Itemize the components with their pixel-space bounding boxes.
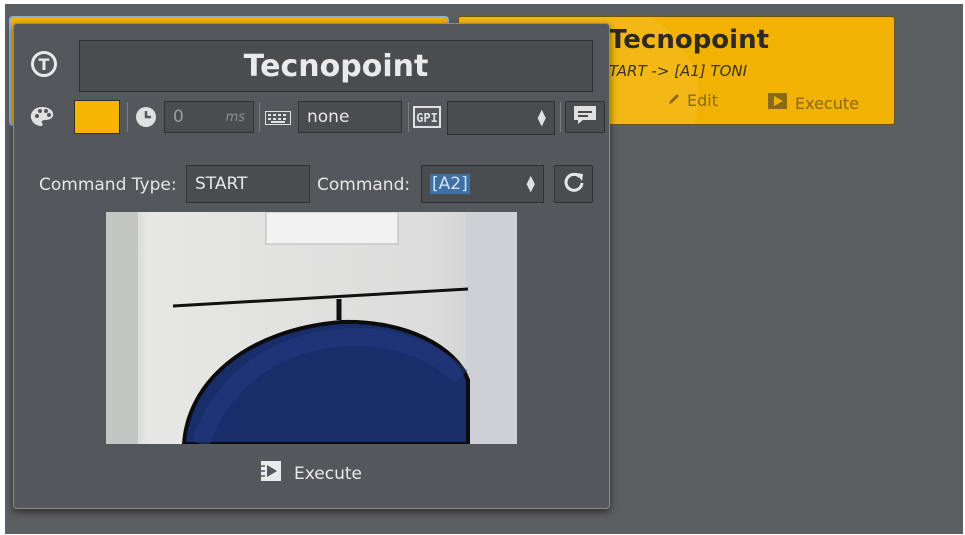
- comment-button[interactable]: [565, 101, 605, 133]
- macro-name-field[interactable]: Tecnopoint: [79, 40, 593, 92]
- color-picker[interactable]: [74, 100, 120, 134]
- execute-label: Execute: [294, 463, 362, 484]
- keyboard-shortcut-value: none: [307, 107, 350, 127]
- execute-label-card: Execute: [795, 93, 859, 113]
- macro-card-title: Tecnopoint: [609, 25, 770, 55]
- tecnopoint-logo-icon: T: [31, 51, 57, 77]
- macro-card-subtitle: TART -> [A1] TONI: [609, 62, 748, 80]
- keyboard-icon: [265, 110, 291, 129]
- separator: [259, 102, 260, 132]
- separator: [560, 102, 561, 132]
- execute-icon: [767, 91, 789, 115]
- delay-input[interactable]: 0 ms: [164, 101, 254, 133]
- separator: [408, 102, 409, 132]
- comment-icon: [573, 105, 597, 129]
- command-selected-value: [A2]: [430, 174, 470, 194]
- delay-unit: ms: [225, 109, 245, 125]
- select-arrows-icon: ▲ ▼: [537, 107, 546, 128]
- command-type-value: START: [195, 174, 248, 194]
- refresh-icon: [563, 171, 585, 197]
- gpi-select[interactable]: ▲ ▼: [447, 101, 555, 135]
- macro-edit-dialog: T Tecnopoint 0 ms none GPI ▲ ▼ Command T…: [13, 23, 610, 509]
- delay-value: 0: [173, 107, 184, 127]
- edit-button[interactable]: Edit: [667, 91, 718, 110]
- separator: [127, 102, 128, 132]
- clock-icon: [135, 106, 157, 132]
- keyboard-shortcut-input[interactable]: none: [298, 101, 402, 133]
- execute-button[interactable]: Execute: [260, 460, 362, 487]
- edit-label: Edit: [687, 91, 718, 110]
- properties-toolbar: 0 ms none GPI ▲ ▼: [27, 100, 605, 136]
- palette-icon: [29, 105, 55, 133]
- command-type-label: Command Type:: [39, 175, 177, 195]
- select-arrows-icon: ▲ ▼: [526, 173, 535, 194]
- command-select[interactable]: [A2] ▲ ▼: [421, 165, 544, 203]
- execute-button-card[interactable]: Execute: [767, 91, 859, 115]
- svg-text:GPI: GPI: [416, 111, 438, 125]
- refresh-button[interactable]: [554, 165, 593, 203]
- camera-preview-image: [106, 212, 517, 444]
- gpi-icon: GPI: [413, 106, 441, 132]
- command-type-field[interactable]: START: [186, 165, 310, 203]
- pencil-icon: [667, 91, 681, 110]
- execute-icon: [260, 460, 284, 487]
- command-label: Command:: [317, 175, 411, 195]
